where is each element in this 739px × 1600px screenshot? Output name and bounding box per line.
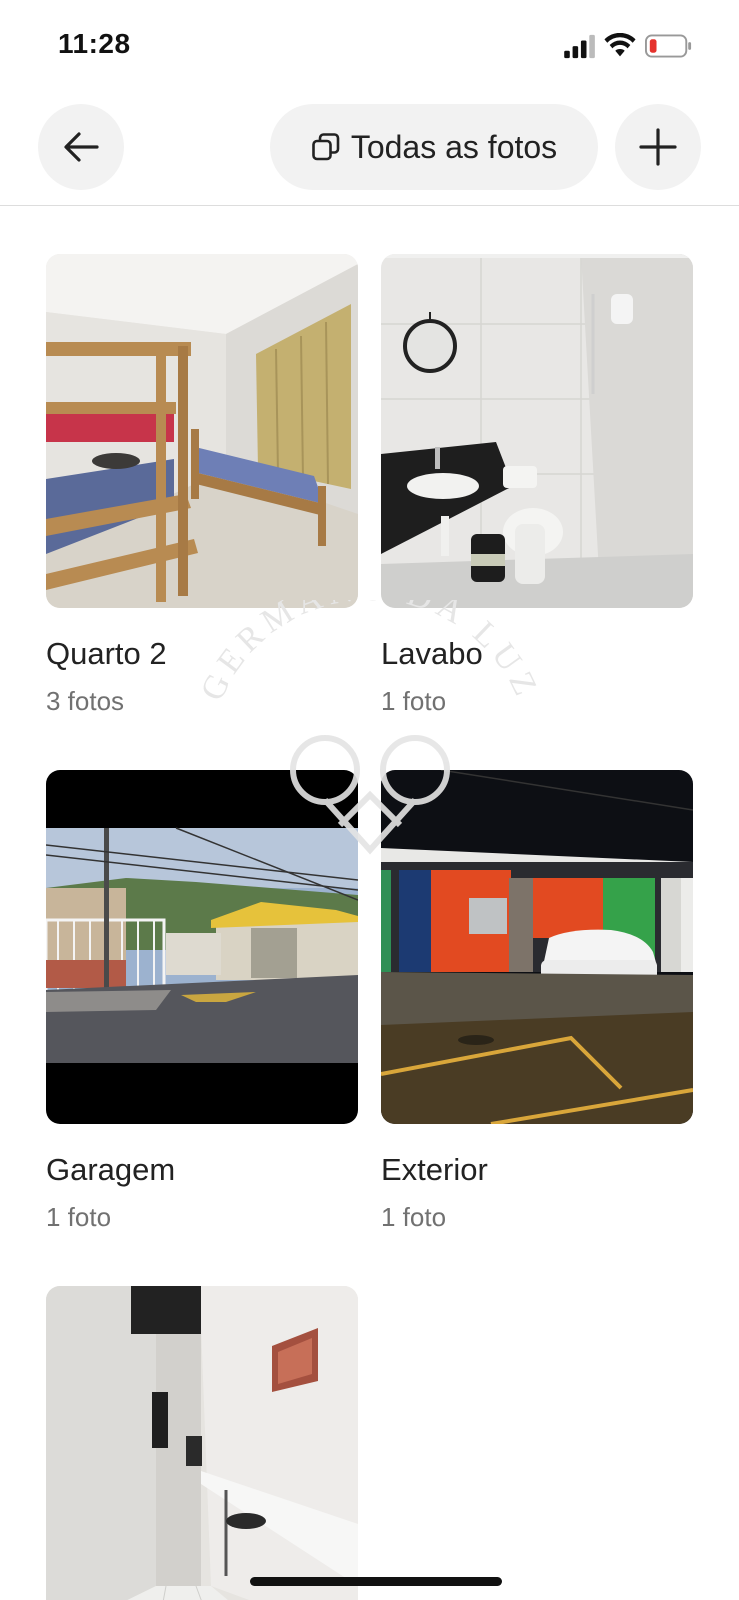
room-card-hallway[interactable] [46, 1286, 358, 1600]
room-card-garagem[interactable]: Garagem 1 foto [46, 770, 358, 1234]
room-photo[interactable] [46, 254, 358, 608]
battery-icon [645, 34, 692, 58]
photo-count: 1 foto [381, 686, 447, 716]
top-navigation-bar: Todas as fotos [0, 92, 739, 206]
garage-street-photo [46, 770, 358, 1124]
status-time: 11:28 [58, 28, 131, 59]
copy-stack-icon [312, 133, 340, 161]
exterior-night-photo [381, 770, 693, 1124]
arrow-left-icon [64, 132, 99, 162]
room-photo[interactable] [381, 254, 693, 608]
hallway-photo [46, 1286, 358, 1600]
all-photos-label: Todas as fotos [350, 128, 558, 165]
bedroom-photo [46, 254, 358, 608]
status-bar: 11:28 [0, 0, 739, 92]
room-card-lavabo[interactable]: Lavabo 1 foto [381, 254, 693, 718]
photo-count: 3 fotos [46, 686, 125, 716]
room-name: Quarto 2 [46, 636, 167, 671]
room-photo[interactable] [381, 770, 693, 1124]
photo-count: 1 foto [381, 1202, 447, 1232]
wifi-icon [604, 33, 636, 57]
bathroom-photo [381, 254, 693, 608]
room-card-quarto-2[interactable]: Quarto 2 3 fotos [46, 254, 358, 718]
photo-tour-screen: 11:28 Todas as fotos Quarto 2 3 fotos La… [0, 0, 739, 1600]
room-name: Exterior [381, 1152, 488, 1187]
room-name: Garagem [46, 1152, 176, 1187]
room-card-exterior[interactable]: Exterior 1 foto [381, 770, 693, 1234]
photo-count: 1 foto [46, 1202, 112, 1232]
cellular-signal-icon [564, 34, 595, 59]
plus-icon [639, 128, 677, 166]
room-photo[interactable] [46, 770, 358, 1124]
room-name: Lavabo [381, 636, 483, 671]
add-button[interactable] [615, 104, 701, 190]
room-photo[interactable] [46, 1286, 358, 1600]
all-photos-button[interactable]: Todas as fotos [270, 104, 598, 190]
home-indicator [250, 1577, 502, 1586]
back-button[interactable] [38, 104, 124, 190]
